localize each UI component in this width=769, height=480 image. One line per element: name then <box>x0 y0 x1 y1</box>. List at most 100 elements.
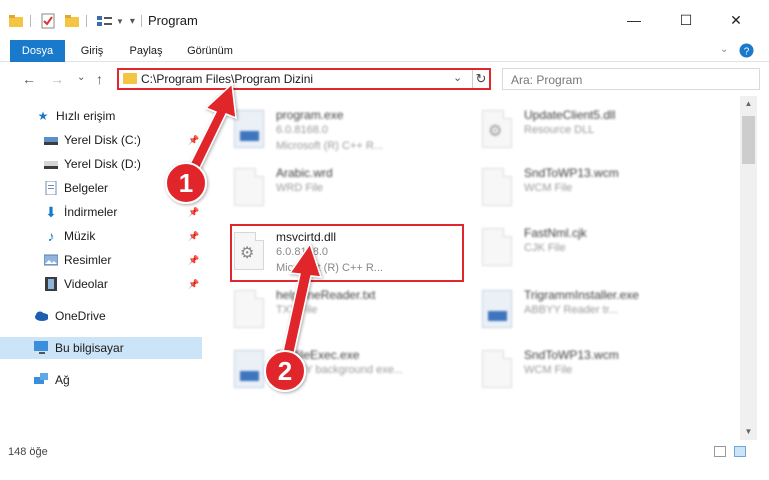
file-item[interactable]: UpdateClient5.dll Resource DLL <box>470 104 710 162</box>
pin-icon[interactable]: 📌 <box>188 183 199 194</box>
sidebar-item-music[interactable]: ♪ Müzik 📌 <box>0 225 202 247</box>
tab-home[interactable]: Giriş <box>70 40 114 62</box>
documents-icon <box>44 181 58 195</box>
details-view-icon[interactable] <box>714 446 726 457</box>
download-icon: ⬇ <box>45 203 57 220</box>
file-detail: WRD File <box>276 182 324 194</box>
folder-icon <box>123 73 137 84</box>
file-detail: 6.0.8168.0 <box>276 124 328 136</box>
chevron-down-icon[interactable]: ▼ <box>116 17 124 26</box>
item-count: 148 öğe <box>8 446 48 458</box>
sidebar-item-downloads[interactable]: ⬇ İndirmeler 📌 <box>0 201 202 223</box>
scrollbar-thumb[interactable] <box>742 116 755 164</box>
exe-icon <box>234 110 264 148</box>
status-bar: 148 öğe <box>0 440 769 462</box>
forward-button[interactable]: → <box>50 71 64 87</box>
vertical-scrollbar[interactable]: ▲ ▼ <box>740 96 757 440</box>
address-path[interactable]: C:\Program Files\Program Dizini <box>141 72 313 86</box>
cloud-icon <box>34 309 48 323</box>
tab-file[interactable]: Dosya <box>10 40 65 62</box>
tab-share[interactable]: Paylaş <box>122 40 170 62</box>
file-item[interactable]: TrigrammInstaller.exe ABBYY Reader tr... <box>470 284 710 342</box>
sidebar-item-this-pc[interactable]: Bu bilgisayar <box>0 337 202 359</box>
pin-icon[interactable]: 📌 <box>188 279 199 290</box>
file-detail: WCM File <box>524 182 573 194</box>
sidebar-item-disk-d[interactable]: Yerel Disk (D:) 📌 <box>0 153 202 175</box>
sidebar-item-label: Müzik <box>64 229 96 243</box>
scroll-up-icon[interactable]: ▲ <box>740 96 757 112</box>
file-name: FastNml.cjk <box>524 226 587 240</box>
file-icon <box>482 168 512 206</box>
sidebar-item-network[interactable]: Ağ <box>0 369 202 391</box>
chevron-down-icon[interactable]: ⌄ <box>453 71 462 84</box>
file-name: SndToWP13.wcm <box>524 348 619 362</box>
file-item[interactable]: SndToWP13.wcm WCM File <box>470 344 710 402</box>
folder-icon <box>9 15 23 27</box>
app-icon <box>482 290 512 328</box>
chevron-down-icon[interactable]: ⌄ <box>720 44 728 55</box>
drive-icon <box>44 157 58 171</box>
address-bar[interactable]: C:\Program Files\Program Dizini ⌄ ↻ <box>117 68 491 90</box>
sidebar-item-quick-access[interactable]: ★ Hızlı erişim <box>0 105 202 127</box>
file-name: program.exe <box>276 108 344 122</box>
file-item[interactable]: Arabic.wrd WRD File <box>222 162 462 220</box>
file-item[interactable]: program.exe 6.0.8168.0 Microsoft (R) C++… <box>222 104 462 162</box>
sidebar-item-videos[interactable]: Videolar 📌 <box>0 273 202 295</box>
view-options-icon[interactable] <box>96 14 114 28</box>
file-item[interactable]: ProfileExec.exe ABBYY background exe... <box>222 344 462 402</box>
file-name: TrigrammInstaller.exe <box>524 288 639 302</box>
file-detail: Microsoft (R) C++ R... <box>276 140 383 152</box>
sidebar-item-label: Ağ <box>55 373 70 387</box>
properties-icon[interactable] <box>40 13 56 29</box>
file-icon <box>482 350 512 388</box>
star-icon: ★ <box>37 109 49 123</box>
pictures-icon <box>44 253 58 267</box>
quick-access-toolbar: ▼ ▾ <box>8 12 149 30</box>
sidebar-item-label: Videolar <box>64 277 108 291</box>
sidebar-item-pictures[interactable]: Resimler 📌 <box>0 249 202 271</box>
file-item[interactable]: help.lineReader.txt TXT File <box>222 284 462 342</box>
up-button[interactable]: ↑ <box>96 71 103 87</box>
sidebar-item-disk-c[interactable]: Yerel Disk (C:) 📌 <box>0 129 202 151</box>
pin-icon[interactable]: 📌 <box>188 255 199 266</box>
file-name: ProfileExec.exe <box>276 348 360 362</box>
pin-icon[interactable]: 📌 <box>188 207 199 218</box>
network-icon <box>34 373 48 387</box>
window-title: Program <box>148 13 198 28</box>
pin-icon[interactable]: 📌 <box>188 159 199 170</box>
highlight-box <box>230 224 464 282</box>
search-input[interactable]: Ara: Program <box>502 68 760 90</box>
help-icon[interactable]: ? <box>739 43 754 58</box>
file-item[interactable]: FastNml.cjk CJK File <box>470 222 710 280</box>
pin-icon[interactable]: 📌 <box>188 231 199 242</box>
file-detail: CJK File <box>524 242 566 254</box>
recent-locations-button[interactable]: ⌄ <box>77 72 85 83</box>
sidebar-item-label: Resimler <box>64 253 112 267</box>
file-name: SndToWP13.wcm <box>524 166 619 180</box>
refresh-button[interactable]: ↻ <box>472 70 489 88</box>
close-button[interactable]: ✕ <box>713 0 759 40</box>
new-folder-icon[interactable] <box>64 13 80 29</box>
back-button[interactable]: ← <box>22 71 36 87</box>
file-detail: ABBYY Reader tr... <box>524 304 618 316</box>
file-detail: Resource DLL <box>524 124 595 136</box>
dll-icon <box>482 110 512 148</box>
pin-icon[interactable]: 📌 <box>188 135 199 146</box>
sidebar-item-documents[interactable]: Belgeler 📌 <box>0 177 202 199</box>
minimize-button[interactable]: — <box>611 0 657 40</box>
customize-toolbar-icon[interactable]: ▾ <box>130 16 135 27</box>
ribbon-tabs: Dosya Giriş Paylaş Görünüm ⌄ ? <box>0 40 769 62</box>
explorer-window: ▼ ▾ Program — ☐ ✕ Dosya Giriş Paylaş Gör… <box>0 0 769 480</box>
file-icon <box>482 228 512 266</box>
search-placeholder: Ara: Program <box>511 73 583 87</box>
large-icons-view-icon[interactable] <box>734 446 746 457</box>
tab-view[interactable]: Görünüm <box>180 40 240 62</box>
sidebar-item-label: OneDrive <box>55 309 106 323</box>
maximize-button[interactable]: ☐ <box>663 0 709 40</box>
sidebar-item-onedrive[interactable]: OneDrive <box>0 305 202 327</box>
computer-icon <box>34 341 48 355</box>
scroll-down-icon[interactable]: ▼ <box>740 424 757 440</box>
video-icon <box>44 277 58 291</box>
file-name: UpdateClient5.dll <box>524 108 616 122</box>
file-item[interactable]: SndToWP13.wcm WCM File <box>470 162 710 220</box>
